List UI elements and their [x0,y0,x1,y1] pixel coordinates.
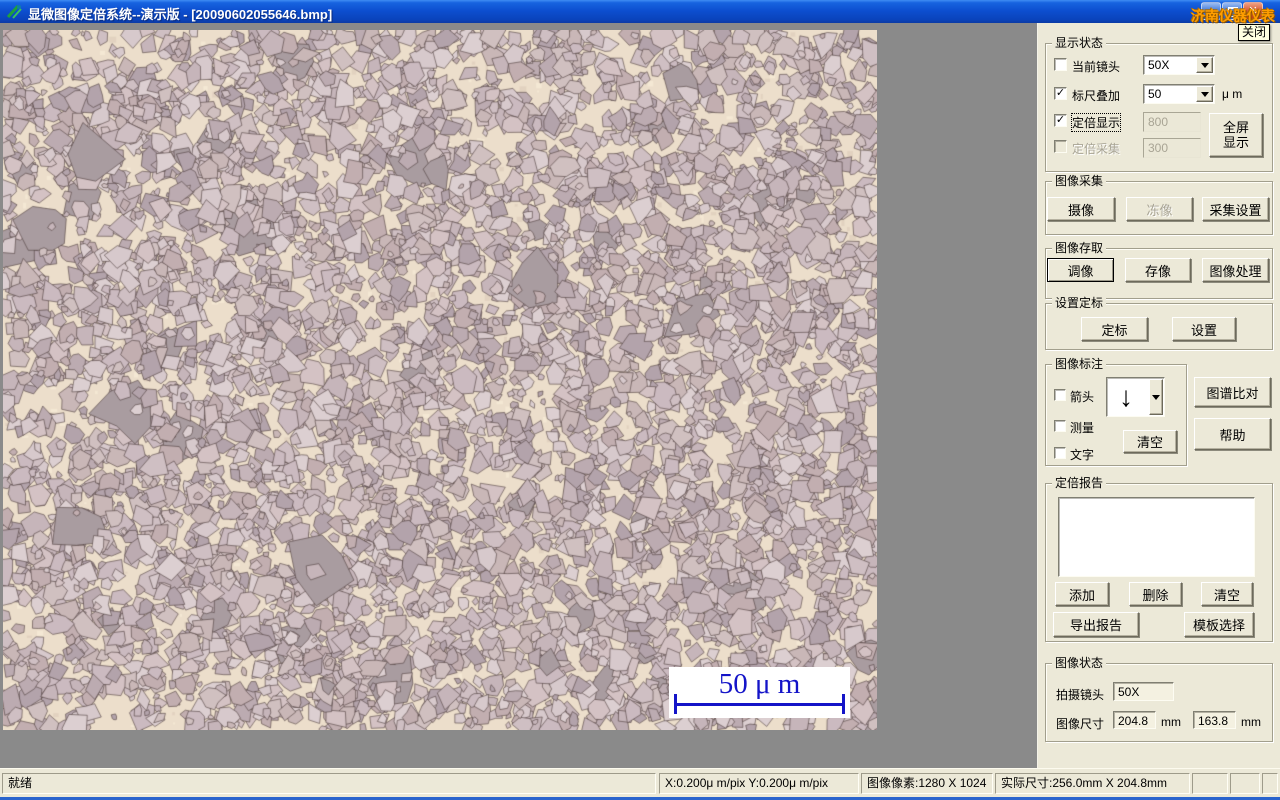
checkmark-icon: ✓ [1055,114,1066,126]
window-title: 显微图像定倍系统--演示版 - [20090602055646.bmp] [28,7,333,22]
measure-checkbox[interactable] [1054,420,1066,432]
control-panel: 显示状态 当前镜头 50X ✓ 标尺叠加 50 μ m ✓ 定倍显示 800 定… [1037,23,1280,768]
scale-bar-label: 50 μ m [718,668,801,700]
status-image-pixels: 图像像素:1280 X 1024 [861,773,993,794]
scale-bar-line [675,703,845,706]
chevron-down-icon[interactable] [1196,86,1213,102]
image-height-field: 163.8 [1193,711,1236,729]
restore-button[interactable] [1222,2,1242,20]
capture-lens-field: 50X [1113,682,1174,701]
fixed-display-input: 800 [1143,112,1201,132]
help-button[interactable]: 帮助 [1194,418,1271,450]
load-image-button[interactable]: 调像 [1047,258,1114,282]
close-tooltip: 关闭 [1238,24,1271,41]
title-bar: 显微图像定倍系统--演示版 - [20090602055646.bmp] ✕ [0,0,1280,23]
status-ready: 就绪 [2,773,656,794]
minimize-icon [1206,13,1214,16]
chevron-down-icon[interactable] [1149,379,1163,415]
scale-overlay-label: 标尺叠加 [1072,89,1121,103]
restore-icon [1228,7,1238,17]
text-checkbox[interactable] [1054,447,1066,459]
scale-unit-label: μ m [1222,87,1243,101]
image-width-unit: mm [1161,715,1181,729]
status-empty-pane [1262,773,1278,794]
image-process-button[interactable]: 图像处理 [1202,258,1269,282]
group-capture-title: 图像采集 [1052,175,1107,188]
annotation-clear-button[interactable]: 清空 [1123,430,1177,453]
arrow-checkbox[interactable] [1054,389,1066,401]
fixed-capture-label: 定倍采集 [1072,142,1121,156]
fullscreen-button-line1: 全屏 [1222,120,1249,135]
scale-overlay-checkbox[interactable]: ✓ [1054,87,1067,100]
chevron-down-icon[interactable] [1196,57,1213,73]
fullscreen-button-line2: 显示 [1222,135,1249,150]
close-button[interactable]: ✕ [1243,2,1263,20]
client-area: 50 μ m 显示状态 当前镜头 50X ✓ 标尺叠加 50 μ m ✓ 定倍显… [0,23,1280,768]
minimize-button[interactable] [1201,2,1221,20]
current-lens-label: 当前镜头 [1072,60,1121,74]
status-bar: 就绪 X:0.200μ m/pix Y:0.200μ m/pix 图像像素:12… [0,768,1280,798]
scale-value-select[interactable]: 50 [1143,84,1215,104]
arrow-style-select[interactable]: ↓ [1106,377,1165,417]
calibrate-button[interactable]: 定标 [1081,317,1148,341]
status-actual-size: 实际尺寸:256.0mm X 204.8mm [995,773,1190,794]
image-height-unit: mm [1241,715,1261,729]
group-display-status-title: 显示状态 [1052,37,1107,50]
scale-value: 50 [1148,87,1162,101]
fixed-display-label: 定倍显示 [1070,113,1122,132]
fixed-capture-input: 300 [1143,138,1201,158]
group-report-title: 定倍报告 [1052,477,1107,490]
scale-bar-tick-right [842,694,845,714]
down-arrow-icon: ↓ [1119,381,1133,412]
group-calibration [1045,303,1273,350]
group-calibration-title: 设置定标 [1052,297,1107,310]
status-empty-pane [1192,773,1228,794]
fixed-capture-checkbox [1054,140,1067,153]
text-label: 文字 [1070,448,1095,462]
micrograph-image[interactable] [3,30,877,730]
template-select-button[interactable]: 模板选择 [1184,612,1254,637]
status-pixel-scale: X:0.200μ m/pix Y:0.200μ m/pix [659,773,859,794]
report-delete-button[interactable]: 删除 [1129,582,1182,606]
scale-bar-tick-left [674,694,677,714]
measure-label: 测量 [1070,421,1095,435]
report-listbox[interactable] [1058,497,1255,577]
current-lens-checkbox[interactable] [1054,58,1067,71]
save-image-button[interactable]: 存像 [1125,258,1191,282]
capture-settings-button[interactable]: 采集设置 [1202,197,1269,221]
current-lens-select[interactable]: 50X [1143,55,1215,75]
group-image-status-title: 图像状态 [1052,657,1107,670]
report-clear-button[interactable]: 清空 [1201,582,1253,606]
report-export-button[interactable]: 导出报告 [1053,612,1139,637]
app-icon [6,4,22,19]
fixed-display-checkbox[interactable]: ✓ [1054,114,1067,127]
report-add-button[interactable]: 添加 [1055,582,1109,606]
group-annotation-title: 图像标注 [1052,358,1107,371]
calibration-setup-button[interactable]: 设置 [1172,317,1236,341]
group-storage-title: 图像存取 [1052,242,1107,255]
shoot-button[interactable]: 摄像 [1047,197,1115,221]
freeze-button: 冻像 [1126,197,1193,221]
current-lens-value: 50X [1148,58,1170,72]
checkmark-icon: ✓ [1055,87,1066,99]
close-icon: ✕ [1248,5,1258,17]
capture-lens-label: 拍摄镜头 [1056,688,1105,702]
arrow-label: 箭头 [1070,390,1095,404]
image-size-label: 图像尺寸 [1056,717,1105,731]
scale-bar-overlay: 50 μ m [669,667,850,718]
status-empty-pane [1230,773,1260,794]
image-width-field: 204.8 [1113,711,1156,729]
atlas-compare-button[interactable]: 图谱比对 [1194,377,1271,407]
fullscreen-button[interactable]: 全屏 显示 [1209,113,1263,157]
